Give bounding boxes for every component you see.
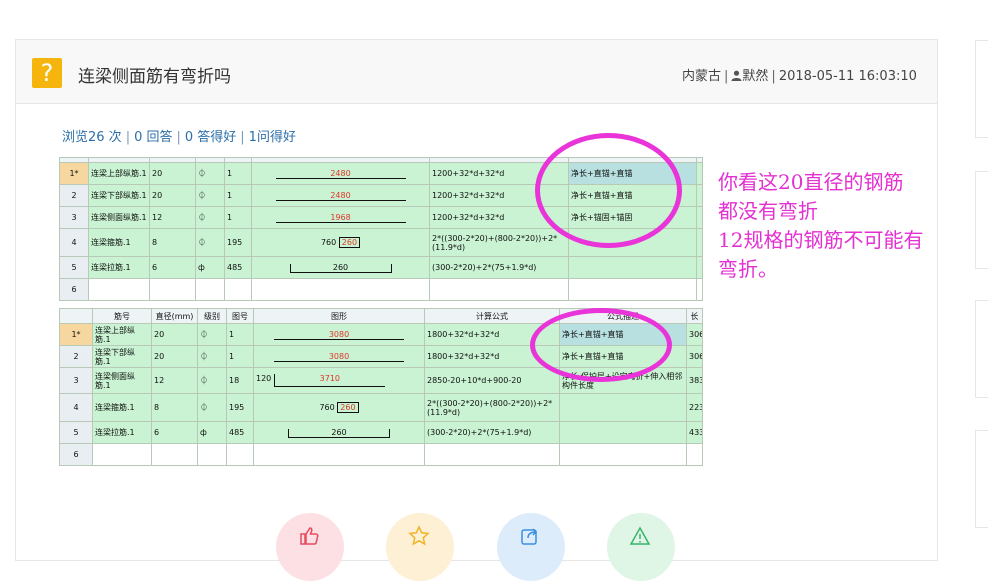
user-icon — [731, 70, 742, 85]
table-row[interactable]: 5 连梁拉筋.1 6 ф 485 260 (300-2*20)+2*(75+1.… — [59, 421, 703, 444]
highlight-circle-bottom — [530, 308, 672, 382]
share-icon — [521, 528, 538, 545]
question-title: 连梁侧面筋有弯折吗 — [78, 67, 231, 87]
help-icon: ? — [32, 58, 62, 88]
star-icon — [408, 525, 430, 546]
warning-icon — [629, 526, 651, 545]
question-header: ? 连梁侧面筋有弯折吗 内蒙古 | 默然 | 2018-05-11 16:03:10 — [16, 40, 937, 104]
highlight-circle-top — [535, 133, 682, 248]
annotation-text: 你看这20直径的钢筋 都没有弯折 12规格的钢筋不可能有 弯折。 — [718, 170, 924, 281]
answers-count: 0 回答 — [134, 130, 173, 145]
table-row[interactable]: 4 连梁箍筋.1 8 ⏀ 195 760 260 2*((300-2*20)+(… — [59, 393, 703, 422]
views-count: 浏览26 次 — [62, 130, 122, 145]
sidebar-panel — [975, 300, 988, 398]
table-row[interactable]: 6 — [59, 443, 703, 466]
thumb-up-icon — [300, 527, 319, 545]
post-datetime: 2018-05-11 16:03:10 — [778, 69, 917, 84]
sidebar-panel — [975, 40, 988, 138]
helpful-count: 1问得好 — [248, 130, 296, 145]
question-stats: 浏览26 次 | 0 回答 | 0 答得好 | 1问得好 — [62, 130, 296, 145]
table-row[interactable]: 6 — [59, 278, 703, 301]
favorite-button[interactable] — [386, 513, 454, 581]
like-button[interactable] — [276, 513, 344, 581]
good-answers-count: 0 答得好 — [184, 130, 237, 145]
table-row[interactable]: 5 连梁拉筋.1 6 ф 485 260 (300-2*20)+2*(75+1.… — [59, 256, 703, 279]
region-link[interactable]: 内蒙古 — [682, 69, 721, 84]
sidebar-panel — [975, 430, 988, 528]
sidebar-panel — [975, 171, 988, 269]
question-meta: 内蒙古 | 默然 | 2018-05-11 16:03:10 — [682, 69, 917, 85]
user-name-link[interactable]: 默然 — [742, 69, 768, 84]
report-button[interactable] — [607, 513, 675, 581]
share-button[interactable] — [497, 513, 565, 581]
